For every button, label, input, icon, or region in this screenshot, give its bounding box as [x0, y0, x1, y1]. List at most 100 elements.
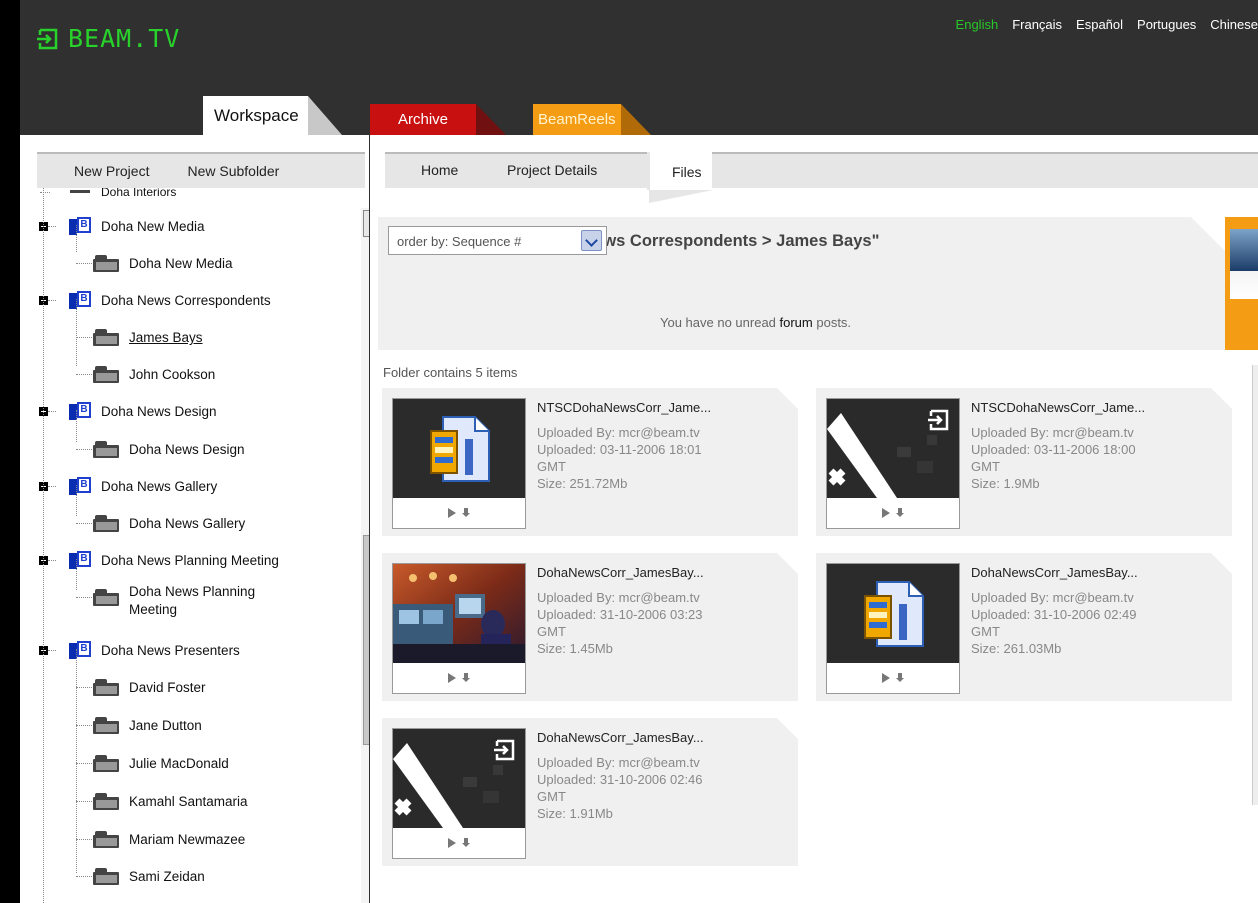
lang-english[interactable]: English — [956, 17, 999, 32]
tab-home[interactable]: Home — [421, 162, 458, 178]
file-thumbnail[interactable] — [392, 398, 526, 529]
file-card[interactable]: DohaNewsCorr_JamesBay... Uploaded By: mcr… — [816, 553, 1232, 701]
folder-icon — [93, 831, 119, 848]
tree-project[interactable]: B Doha News Correspondents — [36, 289, 340, 313]
new-subfolder-button[interactable]: New Subfolder — [149, 163, 279, 179]
file-name[interactable]: DohaNewsCorr_JamesBay... — [537, 564, 787, 581]
download-icon[interactable] — [896, 508, 904, 518]
project-tree: Doha Interiors B Doha New Media Doha New M… — [36, 188, 340, 903]
forum-link[interactable]: forum — [780, 315, 813, 330]
video-thumbnail[interactable] — [393, 729, 525, 828]
tab-archive[interactable]: Archive — [370, 104, 507, 135]
lang-portugues[interactable]: Portugues — [1137, 17, 1196, 32]
sidebar-scrollbar[interactable] — [361, 208, 369, 903]
tree-folder[interactable]: Jane Dutton — [36, 714, 340, 738]
file-thumbnail[interactable] — [826, 398, 960, 529]
tree-folder[interactable]: Sami Zeidan — [36, 865, 340, 889]
tree-line — [43, 188, 44, 903]
right-scroll-track[interactable] — [1252, 365, 1258, 805]
lang-chinese[interactable]: Chinese — [1210, 17, 1258, 32]
tree-project-label: Doha News Gallery — [101, 479, 218, 494]
file-card[interactable]: NTSCDohaNewsCorr_Jame... Uploaded By: mcr… — [816, 388, 1232, 536]
play-icon[interactable] — [448, 838, 456, 848]
file-name[interactable]: NTSCDohaNewsCorr_Jame... — [971, 399, 1221, 416]
play-icon[interactable] — [882, 508, 890, 518]
file-timezone: GMT — [537, 459, 566, 474]
tree-folder[interactable]: John Cookson — [36, 363, 340, 387]
play-icon[interactable] — [882, 673, 890, 683]
tab-workspace[interactable]: Workspace — [203, 96, 342, 135]
file-card[interactable]: DohaNewsCorr_JamesBay... Uploaded By: mcr… — [382, 553, 798, 701]
folder-icon — [93, 589, 119, 606]
video-thumbnail[interactable] — [827, 399, 959, 498]
file-size: Size: 261.03Mb — [971, 641, 1062, 656]
tree-folder[interactable]: Julie MacDonald — [36, 752, 340, 776]
file-controls — [827, 498, 959, 528]
file-name[interactable]: DohaNewsCorr_JamesBay... — [537, 729, 787, 746]
side-promo[interactable] — [1225, 217, 1258, 350]
file-card[interactable]: NTSCDohaNewsCorr_Jame... Uploaded By: mcr… — [382, 388, 798, 536]
file-name[interactable]: NTSCDohaNewsCorr_Jame... — [537, 399, 787, 416]
scroll-up-button[interactable] — [363, 210, 369, 237]
zip-file-icon[interactable] — [393, 399, 525, 498]
lang-espanol[interactable]: Español — [1076, 17, 1123, 32]
file-timezone: GMT — [537, 789, 566, 804]
tree-folder[interactable]: David Foster — [36, 676, 340, 700]
tree-project[interactable]: B Doha News Presenters — [36, 639, 340, 663]
tree-folder[interactable]: Doha News Planning Meeting — [36, 584, 340, 617]
tab-beamreels-tail — [620, 104, 651, 135]
left-edge — [0, 0, 20, 903]
file-name[interactable]: DohaNewsCorr_JamesBay... — [971, 564, 1221, 581]
promo-image — [1230, 229, 1258, 299]
tree-project[interactable]: B Doha New Media — [36, 215, 340, 239]
order-by-select[interactable]: order by: Sequence # — [388, 226, 607, 255]
tree-folder[interactable]: Doha New Media — [36, 252, 340, 276]
tree-folder-label: Julie MacDonald — [129, 756, 229, 771]
project-book-icon: B — [69, 477, 91, 495]
tree-project[interactable]: B Doha News Gallery — [36, 475, 340, 499]
tree-line — [76, 597, 92, 598]
project-book-icon: B — [69, 291, 91, 309]
tree-folder[interactable]: Mariam Newmazee — [36, 828, 340, 852]
download-icon[interactable] — [462, 508, 470, 518]
tree-line — [76, 410, 77, 442]
tree-line — [76, 725, 92, 726]
zip-file-icon[interactable] — [827, 564, 959, 663]
play-icon[interactable] — [448, 508, 456, 518]
tree-project[interactable]: B Doha News Planning Meeting — [36, 549, 340, 573]
file-controls — [393, 663, 525, 693]
play-icon[interactable] — [448, 673, 456, 683]
scroll-thumb[interactable] — [363, 535, 369, 745]
file-thumbnail[interactable] — [392, 563, 526, 694]
tree-line — [40, 192, 50, 193]
file-size: Size: 1.9Mb — [971, 476, 1040, 491]
new-project-button[interactable]: New Project — [37, 163, 149, 179]
tree-folder[interactable]: Doha News Design — [36, 438, 340, 462]
logo[interactable]: BEAM.TV — [36, 24, 180, 53]
chevron-down-icon[interactable] — [581, 230, 602, 251]
tree-folder[interactable]: James Bays — [36, 326, 340, 350]
tree-line — [76, 263, 92, 264]
file-thumbnail[interactable] — [826, 563, 960, 694]
download-icon[interactable] — [462, 673, 470, 683]
video-thumbnail[interactable] — [393, 564, 525, 663]
tree-line — [48, 411, 56, 412]
tree-folder-label: John Cookson — [129, 367, 216, 382]
tree-project[interactable]: B Doha News Design — [36, 400, 340, 424]
lang-francais[interactable]: Français — [1012, 17, 1062, 32]
file-controls — [827, 663, 959, 693]
file-uploaded-date: Uploaded: 31-10-2006 03:23 — [537, 607, 703, 622]
tab-project-details[interactable]: Project Details — [507, 162, 597, 178]
file-info: DohaNewsCorr_JamesBay... Uploaded By: mcr… — [537, 564, 787, 657]
download-icon[interactable] — [462, 838, 470, 848]
tree-folder-label: Doha News Design — [129, 442, 245, 457]
tab-beamreels[interactable]: BeamReels — [533, 104, 651, 135]
file-card[interactable]: DohaNewsCorr_JamesBay... Uploaded By: mcr… — [382, 718, 798, 866]
tree-line — [76, 649, 77, 873]
tree-line — [48, 560, 56, 561]
tree-folder-label: Kamahl Santamaria — [129, 794, 248, 809]
file-thumbnail[interactable] — [392, 728, 526, 859]
download-icon[interactable] — [896, 673, 904, 683]
tree-folder[interactable]: Doha News Gallery — [36, 512, 340, 536]
tree-folder[interactable]: Kamahl Santamaria — [36, 790, 340, 814]
